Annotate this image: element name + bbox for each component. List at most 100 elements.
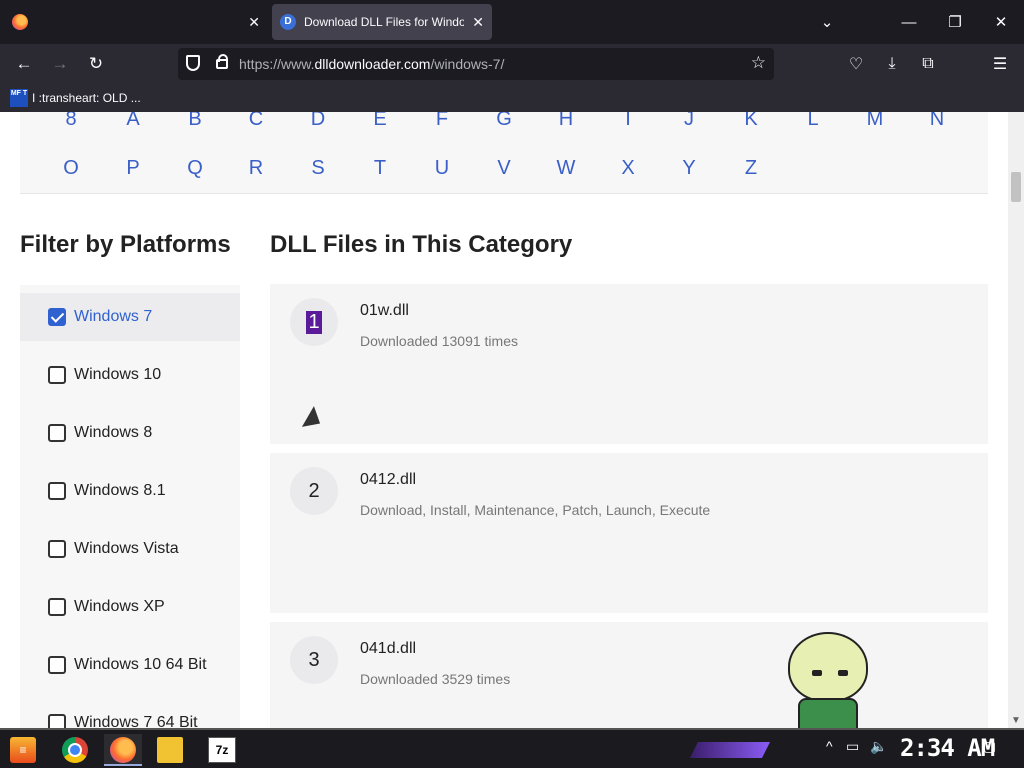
- address-bar[interactable]: https://www.dlldownloader.com/windows-7/…: [178, 48, 774, 80]
- checkbox[interactable]: [48, 540, 66, 558]
- close-window-icon[interactable]: ✕: [978, 0, 1024, 44]
- taskbar-decoration: [690, 742, 770, 758]
- restore-icon[interactable]: ❐: [932, 0, 978, 44]
- filter-option-windows-8[interactable]: Windows 8: [20, 409, 240, 457]
- page-viewport: 8 A B C D E F G H I J K L M N O P Q R S …: [0, 112, 1008, 728]
- back-arrow-icon[interactable]: ←: [12, 52, 36, 76]
- filter-option-label: Windows 7: [74, 308, 153, 325]
- alpha-link-M[interactable]: M: [855, 112, 895, 131]
- alpha-link-R[interactable]: R: [236, 157, 276, 180]
- alpha-link-D[interactable]: D: [298, 112, 338, 131]
- alpha-link-8[interactable]: 8: [51, 112, 91, 131]
- alpha-link-V[interactable]: V: [484, 157, 524, 180]
- volume-icon[interactable]: 🔈: [870, 738, 887, 755]
- alpha-link-S[interactable]: S: [298, 157, 338, 180]
- bookmarks-bar: MF T I :transheart: OLD ...: [0, 84, 1024, 112]
- bookmark-item[interactable]: MF T I :transheart: OLD ...: [10, 89, 141, 107]
- filter-option-windows-7-64[interactable]: Windows 7 64 Bit: [20, 699, 240, 728]
- reload-icon[interactable]: ↻: [84, 52, 108, 76]
- alpha-link-J[interactable]: J: [669, 112, 709, 131]
- checkbox[interactable]: [48, 366, 66, 384]
- alpha-link-W[interactable]: W: [546, 157, 586, 180]
- tab-title: Download DLL Files for Windows 7: [304, 15, 464, 29]
- filter-heading: Filter by Platforms: [20, 231, 231, 258]
- alpha-link-I[interactable]: I: [608, 112, 648, 131]
- dll-name-link[interactable]: 0412.dll: [360, 471, 416, 489]
- url-text[interactable]: https://www.dlldownloader.com/windows-7/: [239, 56, 504, 72]
- close-tab-icon[interactable]: ✕: [472, 14, 484, 31]
- alpha-link-N[interactable]: N: [917, 112, 957, 131]
- alpha-link-B[interactable]: B: [175, 112, 215, 131]
- alpha-link-O[interactable]: O: [51, 157, 91, 180]
- filter-option-windows-7[interactable]: Windows 7: [20, 293, 240, 341]
- taskbar-clock[interactable]: 2:34 AM: [900, 734, 995, 762]
- scroll-down-arrow-icon[interactable]: ▼: [1011, 715, 1021, 726]
- alpha-link-G[interactable]: G: [484, 112, 524, 131]
- bookmark-label: I :transheart: OLD ...: [32, 91, 141, 105]
- alpha-link-P[interactable]: P: [113, 157, 153, 180]
- filter-option-label: Windows 10 64 Bit: [74, 656, 207, 673]
- alpha-link-A[interactable]: A: [113, 112, 153, 131]
- filter-option-windows-10-64[interactable]: Windows 10 64 Bit: [20, 641, 240, 689]
- alpha-link-Y[interactable]: Y: [669, 157, 709, 180]
- filter-option-windows-8-1[interactable]: Windows 8.1: [20, 467, 240, 515]
- alpha-link-Z[interactable]: Z: [731, 157, 771, 180]
- tab-inactive[interactable]: ✕: [8, 4, 264, 40]
- checkbox[interactable]: [48, 598, 66, 616]
- notifications-icon[interactable]: ▢: [983, 738, 996, 755]
- pocket-icon[interactable]: ♡: [844, 52, 868, 76]
- bookmark-star-icon[interactable]: ☆: [751, 53, 766, 73]
- filter-option-windows-xp[interactable]: Windows XP: [20, 583, 240, 631]
- alpha-link-E[interactable]: E: [360, 112, 400, 131]
- alpha-link-L[interactable]: L: [793, 112, 833, 131]
- chrome-icon[interactable]: [62, 737, 88, 763]
- alpha-link-H[interactable]: H: [546, 112, 586, 131]
- firefox-taskbar-icon[interactable]: [110, 737, 136, 763]
- dll-list-item[interactable]: 1 01w.dll Downloaded 13091 times: [270, 284, 988, 444]
- extensions-icon[interactable]: ⧉: [916, 52, 940, 76]
- filter-option-windows-vista[interactable]: Windows Vista: [20, 525, 240, 573]
- filter-option-windows-10[interactable]: Windows 10: [20, 351, 240, 399]
- windows-taskbar: ≡ 7z ^ ▭ 🔈 2:34 AM ▢: [0, 728, 1024, 768]
- filter-option-label: Windows 8: [74, 424, 153, 441]
- minimize-icon[interactable]: —: [886, 0, 932, 44]
- filter-option-label: Windows XP: [74, 598, 165, 615]
- filter-option-label: Windows Vista: [74, 540, 179, 557]
- shield-icon[interactable]: [186, 55, 200, 71]
- tray-overflow-chevron-icon[interactable]: ^: [826, 738, 833, 754]
- network-icon[interactable]: ▭: [846, 738, 859, 755]
- alpha-link-T[interactable]: T: [360, 157, 400, 180]
- close-tab-icon[interactable]: ✕: [248, 14, 260, 31]
- filter-option-label: Windows 8.1: [74, 482, 166, 499]
- dll-rank-badge: 2: [290, 467, 338, 515]
- checkbox[interactable]: [48, 656, 66, 674]
- seven-zip-icon[interactable]: 7z: [208, 737, 236, 763]
- list-tabs-chevron-icon[interactable]: ⌄: [804, 0, 850, 44]
- alpha-link-C[interactable]: C: [236, 112, 276, 131]
- alpha-link-F[interactable]: F: [422, 112, 462, 131]
- menu-hamburger-icon[interactable]: ☰: [988, 52, 1012, 76]
- alpha-link-Q[interactable]: Q: [175, 157, 215, 180]
- forward-arrow-icon[interactable]: →: [48, 52, 72, 76]
- alpha-link-U[interactable]: U: [422, 157, 462, 180]
- start-menu-icon[interactable]: ≡: [10, 737, 36, 763]
- vertical-scrollbar[interactable]: ▼: [1008, 112, 1024, 728]
- dll-name-link[interactable]: 01w.dll: [360, 302, 409, 320]
- checkbox[interactable]: [48, 482, 66, 500]
- dll-name-link[interactable]: 041d.dll: [360, 640, 416, 658]
- checkbox-checked[interactable]: [48, 308, 66, 326]
- lock-icon[interactable]: [216, 54, 228, 69]
- mascot-head: [788, 632, 868, 702]
- checkbox[interactable]: [48, 714, 66, 728]
- dll-description: Downloaded 3529 times: [360, 671, 511, 687]
- dll-list-item[interactable]: 2 0412.dll Download, Install, Maintenanc…: [270, 453, 988, 613]
- filter-option-label: Windows 7 64 Bit: [74, 714, 198, 728]
- checkbox[interactable]: [48, 424, 66, 442]
- tab-active[interactable]: D Download DLL Files for Windows 7 ✕: [272, 4, 492, 40]
- file-explorer-icon[interactable]: [157, 737, 183, 763]
- download-icon[interactable]: ⤓: [880, 52, 904, 76]
- alpha-link-X[interactable]: X: [608, 157, 648, 180]
- alpha-link-K[interactable]: K: [731, 112, 771, 131]
- scrollbar-thumb[interactable]: [1011, 172, 1021, 202]
- dll-list-item[interactable]: 3 041d.dll Downloaded 3529 times: [270, 622, 988, 728]
